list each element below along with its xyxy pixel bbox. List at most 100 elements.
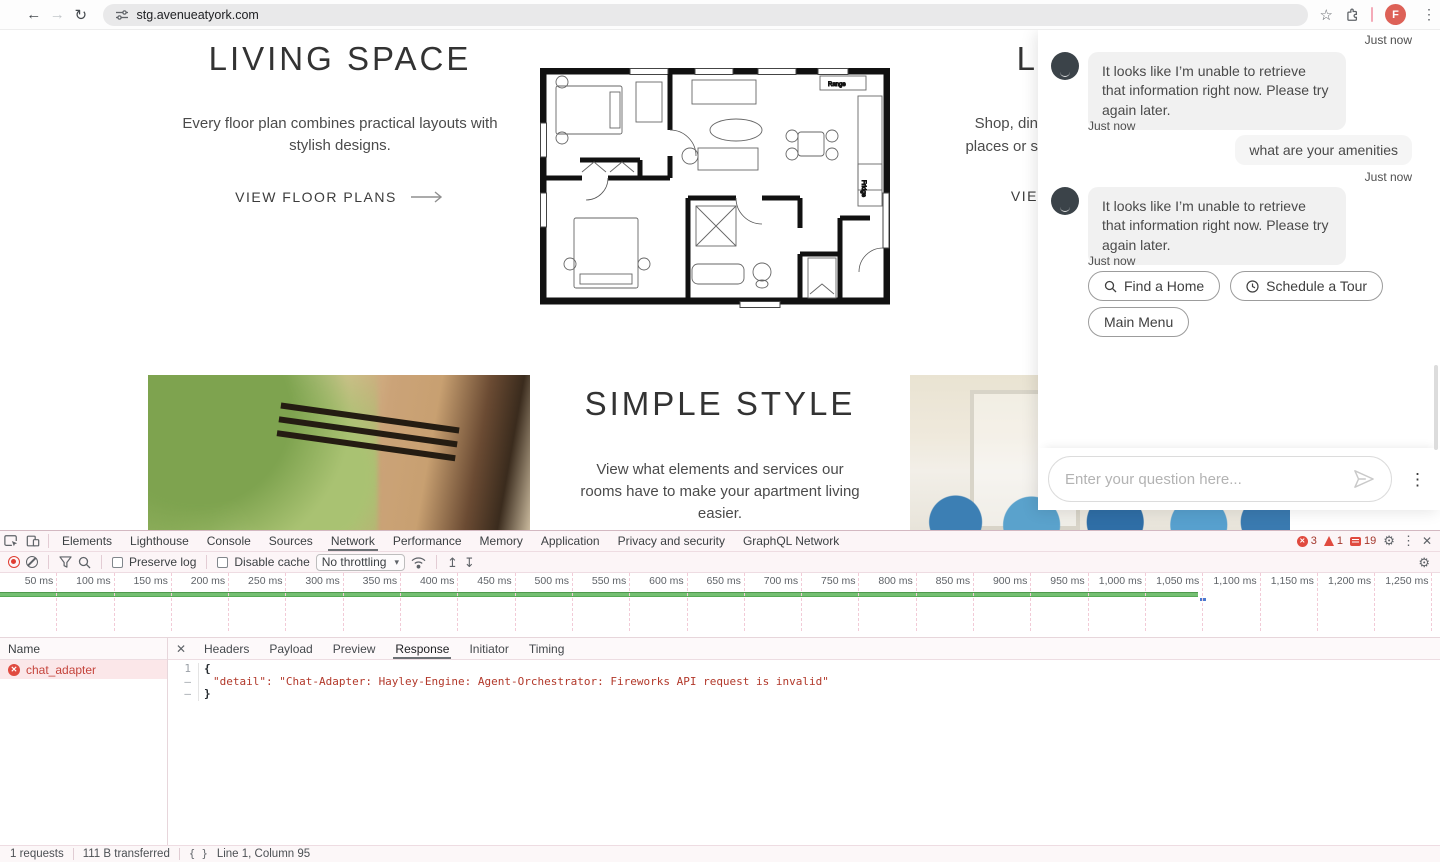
address-bar[interactable]: stg.avenueatyork.com	[103, 4, 1308, 26]
record-network-log-button[interactable]	[8, 556, 20, 568]
filter-icon[interactable]	[59, 556, 72, 568]
close-details-icon[interactable]: ✕	[168, 642, 194, 656]
clear-network-log-button[interactable]	[26, 556, 38, 568]
timeline-gridline: 50 ms	[0, 573, 57, 631]
name-column-header[interactable]: Name	[0, 638, 167, 660]
main-menu-label: Main Menu	[1104, 314, 1173, 330]
timeline-gridline: 1,100 ms	[1203, 573, 1260, 631]
devtools-tab-memory[interactable]: Memory	[471, 531, 532, 551]
view-floor-plans-label: VIEW FLOOR PLANS	[235, 189, 397, 205]
devtools-tab-performance[interactable]: Performance	[384, 531, 471, 551]
back-icon[interactable]: ←	[22, 6, 46, 23]
divider	[101, 555, 102, 569]
view-floor-plans-link[interactable]: VIEW FLOOR PLANS	[235, 189, 445, 205]
bookmark-star-icon[interactable]: ☆	[1320, 6, 1333, 24]
extensions-icon[interactable]	[1345, 8, 1359, 22]
details-tab-initiator[interactable]: Initiator	[459, 638, 518, 659]
timeline-tick-label: 750 ms	[821, 575, 855, 587]
schedule-a-tour-button[interactable]: Schedule a Tour	[1230, 271, 1383, 301]
search-icon	[1104, 280, 1117, 293]
warning-icon	[1324, 536, 1334, 546]
devtools-menu-icon[interactable]: ⋮	[1402, 533, 1415, 549]
code-line: – }	[168, 688, 1440, 701]
chat-input-field[interactable]	[1048, 456, 1392, 502]
import-har-icon[interactable]: ↥	[447, 556, 458, 569]
details-tab-payload[interactable]: Payload	[259, 638, 322, 659]
details-tab-headers[interactable]: Headers	[194, 638, 259, 659]
divider	[1371, 7, 1373, 22]
timeline-gridline: 750 ms	[802, 573, 859, 631]
timeline-tick-label: 800 ms	[878, 575, 912, 587]
send-icon[interactable]	[1353, 469, 1375, 489]
main-menu-button[interactable]: Main Menu	[1088, 307, 1189, 337]
browser-menu-icon[interactable]: ⋮	[1418, 6, 1440, 23]
network-settings-icon[interactable]: ⚙	[1418, 556, 1430, 569]
console-errors-badge[interactable]: ✕ 3	[1297, 535, 1317, 547]
inspect-element-icon[interactable]	[0, 534, 22, 548]
devtools-statusbar: 1 requests 111 B transferred { } Line 1,…	[0, 845, 1440, 862]
network-overview-timeline[interactable]: 50 ms100 ms150 ms200 ms250 ms300 ms350 m…	[0, 573, 1440, 631]
details-tab-preview[interactable]: Preview	[323, 638, 386, 659]
devtools-close-icon[interactable]: ✕	[1422, 534, 1432, 548]
request-details-panel: ✕ HeadersPayloadPreviewResponseInitiator…	[168, 638, 1440, 845]
devtools-tab-lighthouse[interactable]: Lighthouse	[121, 531, 198, 551]
format-braces-icon[interactable]: { }	[189, 848, 208, 860]
svg-text:Range: Range	[828, 82, 846, 88]
request-row-chat-adapter[interactable]: ✕ chat_adapter	[0, 660, 167, 679]
devtools-tab-elements[interactable]: Elements	[53, 531, 121, 551]
request-name: chat_adapter	[26, 663, 96, 677]
timeline-tick-label: 350 ms	[363, 575, 397, 587]
find-a-home-button[interactable]: Find a Home	[1088, 271, 1220, 301]
timeline-gridline: 1,250 ms	[1375, 573, 1432, 631]
floor-plan-image: Fridge Range	[540, 68, 890, 308]
network-conditions-icon[interactable]	[411, 556, 426, 569]
devtools-tab-privacy-and-security[interactable]: Privacy and security	[609, 531, 734, 551]
timeline-tick-label: 200 ms	[191, 575, 225, 587]
site-settings-icon[interactable]	[115, 8, 129, 22]
device-toolbar-icon[interactable]	[22, 534, 44, 548]
timeline-tick-label: 600 ms	[649, 575, 683, 587]
timeline-tick-label: 1,000 ms	[1099, 575, 1142, 587]
chat-timestamp: Just now	[1365, 170, 1412, 184]
console-warnings-badge[interactable]: 1	[1324, 535, 1343, 547]
export-har-icon[interactable]: ↧	[464, 556, 475, 569]
code-line: 1 {	[168, 663, 1440, 676]
devtools-tab-application[interactable]: Application	[532, 531, 609, 551]
timeline-tick-label: 950 ms	[1050, 575, 1084, 587]
living-space-section: LIVING SPACE Every floor plan combines p…	[140, 40, 540, 207]
warning-count: 1	[1337, 535, 1343, 547]
living-space-body: Every floor plan combines practical layo…	[140, 113, 540, 157]
timeline-tick-label: 550 ms	[592, 575, 626, 587]
disable-cache-checkbox[interactable]	[217, 557, 228, 568]
requests-count: 1 requests	[10, 848, 64, 860]
forward-icon[interactable]: →	[46, 6, 70, 23]
timeline-tick-label: 500 ms	[535, 575, 569, 587]
timeline-gridline: 1,050 ms	[1146, 573, 1203, 631]
reload-icon[interactable]: ↻	[69, 6, 93, 24]
throttling-dropdown[interactable]: No throttling ▾	[316, 554, 405, 571]
devtools-tab-sources[interactable]: Sources	[260, 531, 322, 551]
details-tab-timing[interactable]: Timing	[519, 638, 575, 659]
search-network-icon[interactable]	[78, 556, 91, 569]
chat-menu-icon[interactable]: ⋮	[1409, 470, 1426, 490]
question-input[interactable]	[1065, 471, 1353, 488]
devtools-tab-console[interactable]: Console	[198, 531, 260, 551]
timeline-tick-label: 1,150 ms	[1271, 575, 1314, 587]
code-line: – "detail": "Chat-Adapter: Hayley-Engine…	[168, 676, 1440, 689]
chat-scrollbar[interactable]	[1434, 365, 1438, 450]
response-body[interactable]: 1 { – "detail": "Chat-Adapter: Hayley-En…	[168, 660, 1440, 845]
devtools-tabs: ElementsLighthouseConsoleSourcesNetworkP…	[53, 531, 848, 551]
preserve-log-checkbox[interactable]	[112, 557, 123, 568]
timeline-gridline: 200 ms	[172, 573, 229, 631]
devtools-settings-icon[interactable]: ⚙	[1383, 533, 1395, 549]
error-count: 3	[1311, 535, 1317, 547]
timeline-tick-label: 650 ms	[706, 575, 740, 587]
profile-avatar[interactable]: F	[1385, 4, 1406, 25]
network-toolbar: Preserve log Disable cache No throttling…	[0, 552, 1440, 573]
devtools-tab-network[interactable]: Network	[322, 531, 384, 551]
issues-badge[interactable]: 19	[1350, 535, 1376, 547]
location-cta-partial[interactable]: VIE	[938, 188, 1038, 204]
divider	[206, 555, 207, 569]
devtools-tab-graphql-network[interactable]: GraphQL Network	[734, 531, 848, 551]
details-tab-response[interactable]: Response	[385, 638, 459, 659]
